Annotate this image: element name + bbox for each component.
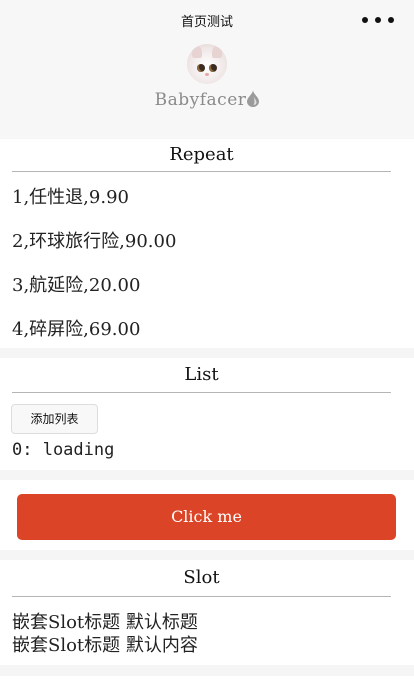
ear <box>212 46 222 58</box>
dot <box>388 17 394 23</box>
list-section: List 添加列表 0: loading <box>0 358 414 470</box>
dot <box>375 17 381 23</box>
navigation-bar: 首页测试 <box>0 0 414 40</box>
button-section: Click me <box>0 480 414 550</box>
add-list-button[interactable]: 添加列表 <box>11 404 98 434</box>
repeat-item: 3,航延险,20.00 <box>12 275 141 296</box>
repeat-item: 1,任性退,9.90 <box>12 187 129 208</box>
username: Babyfacer <box>0 90 414 110</box>
slot-section: Slot 嵌套Slot标题 默认标题 嵌套Slot标题 默认内容 <box>0 560 414 665</box>
repeat-title: Repeat <box>12 144 391 172</box>
dot <box>362 17 368 23</box>
repeat-item: 2,环球旅行险,90.00 <box>12 231 177 252</box>
nose <box>205 73 209 76</box>
slot-title: Slot <box>12 567 391 597</box>
repeat-item: 4,碎屏险,69.00 <box>12 319 141 340</box>
click-me-button[interactable]: Click me <box>17 494 396 540</box>
username-text: Babyfacer <box>154 90 247 110</box>
cat-avatar-icon[interactable] <box>187 44 227 84</box>
flame-drop-icon <box>247 90 260 107</box>
more-dots-icon[interactable] <box>362 16 396 24</box>
ear <box>192 46 202 58</box>
page-title: 首页测试 <box>180 15 233 30</box>
list-item: 0: loading <box>12 440 115 460</box>
repeat-section: Repeat 1,任性退,9.90 2,环球旅行险,90.00 3,航延险,20… <box>0 139 414 348</box>
slot-content: 嵌套Slot标题 默认内容 <box>12 635 198 656</box>
list-title: List <box>12 364 391 393</box>
bottom-section <box>0 676 414 700</box>
eye <box>197 64 205 72</box>
profile-section: Babyfacer <box>0 40 414 138</box>
eye <box>209 64 217 72</box>
